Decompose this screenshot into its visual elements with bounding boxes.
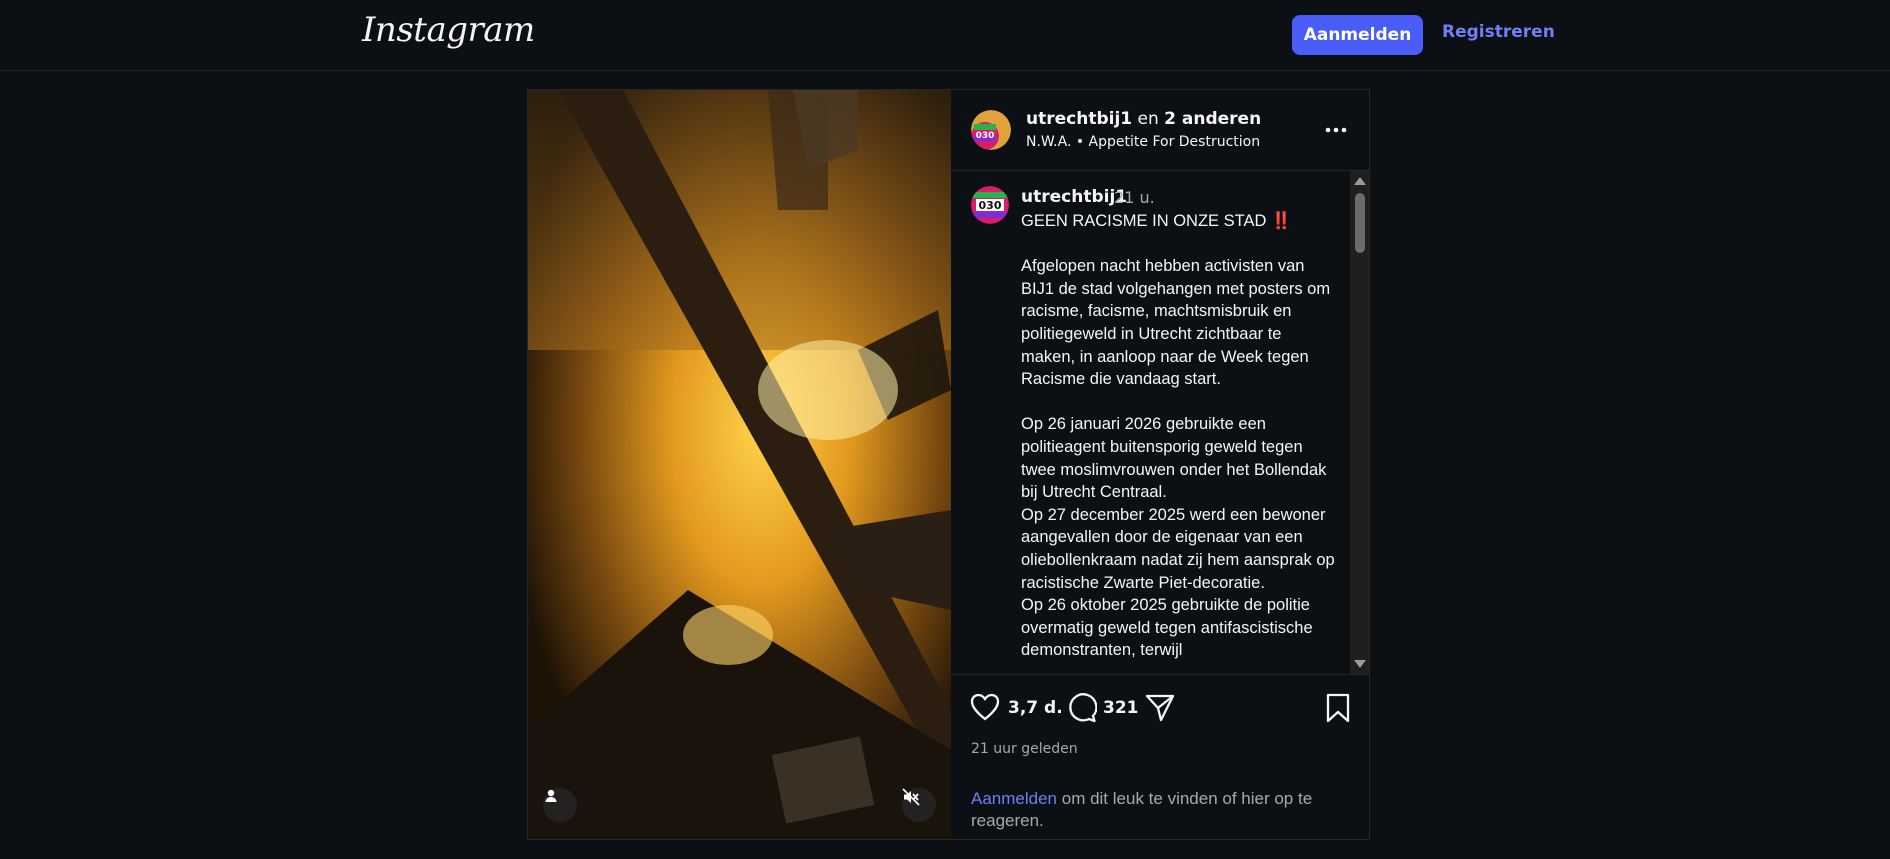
avatar-image: 030 (971, 110, 1011, 150)
author-username[interactable]: utrechtbij1 (1026, 109, 1132, 129)
person-icon (545, 789, 557, 802)
scroll-thumb[interactable] (1355, 193, 1365, 253)
post-video[interactable] (528, 90, 951, 839)
login-prompt-link[interactable]: Aanmelden (971, 789, 1057, 808)
more-horizontal-icon (1325, 127, 1347, 133)
avatar-label: 030 (976, 131, 995, 141)
audio-track[interactable]: N.W.A. • Appetite For Destruction (1026, 134, 1260, 150)
caption-avatar[interactable]: 030 (971, 186, 1009, 224)
scroll-up-arrow[interactable] (1354, 177, 1366, 185)
login-prompt: Aanmelden om dit leuk te vinden of hier … (971, 788, 1351, 832)
caption-time: 21 u. (1114, 188, 1155, 207)
caption-scrollbar[interactable] (1350, 171, 1369, 674)
mute-toggle-button[interactable] (902, 788, 936, 822)
register-link[interactable]: Registreren (1442, 22, 1555, 42)
avatar-image: 030 (971, 186, 1009, 224)
author-connector: en (1132, 109, 1165, 129)
caption-section: 030 utrechtbij1 21 u. GEEN RACISME IN ON… (951, 171, 1369, 674)
comment-count[interactable]: 321 (1103, 698, 1139, 718)
more-options-button[interactable] (1321, 120, 1351, 140)
coauthors-link[interactable]: 2 anderen (1164, 109, 1261, 129)
post-header: 030 utrechtbij1 en 2 anderen N.W.A. • Ap… (951, 90, 1369, 171)
bookmark-icon[interactable] (1325, 693, 1351, 723)
post-authors: utrechtbij1 en 2 anderen (1026, 109, 1261, 129)
post-container: 030 utrechtbij1 en 2 anderen N.W.A. • Ap… (527, 89, 1370, 840)
instagram-logo[interactable]: Instagram (362, 10, 535, 50)
caption-text: GEEN RACISME IN ONZE STAD ‼️ Afgelopen n… (1021, 210, 1339, 662)
login-button[interactable]: Aanmelden (1292, 15, 1423, 55)
author-avatar[interactable]: 030 (971, 110, 1011, 150)
video-frame (528, 90, 951, 839)
caption-title: GEEN RACISME IN ONZE STAD ‼️ (1021, 212, 1292, 230)
caption-body: Afgelopen nacht hebben activisten van BI… (1021, 257, 1335, 660)
heart-icon[interactable] (970, 693, 1000, 721)
caption-username[interactable]: utrechtbij1 (1021, 187, 1127, 207)
post-timestamp: 21 uur geleden (971, 741, 1078, 757)
avatar-label: 030 (979, 199, 1002, 212)
post-side-panel: 030 utrechtbij1 en 2 anderen N.W.A. • Ap… (951, 90, 1369, 839)
user-tag-button[interactable] (543, 788, 577, 822)
speaker-muted-icon (902, 788, 920, 806)
like-count[interactable]: 3,7 d. (1008, 698, 1063, 718)
share-icon[interactable] (1145, 693, 1175, 723)
scroll-down-arrow[interactable] (1354, 660, 1366, 668)
top-navigation-bar: Instagram Aanmelden Registreren (0, 0, 1890, 71)
comment-icon[interactable] (1067, 693, 1097, 723)
post-actions: 3,7 d. 321 21 uur geleden Aanmelden om d… (951, 674, 1369, 839)
